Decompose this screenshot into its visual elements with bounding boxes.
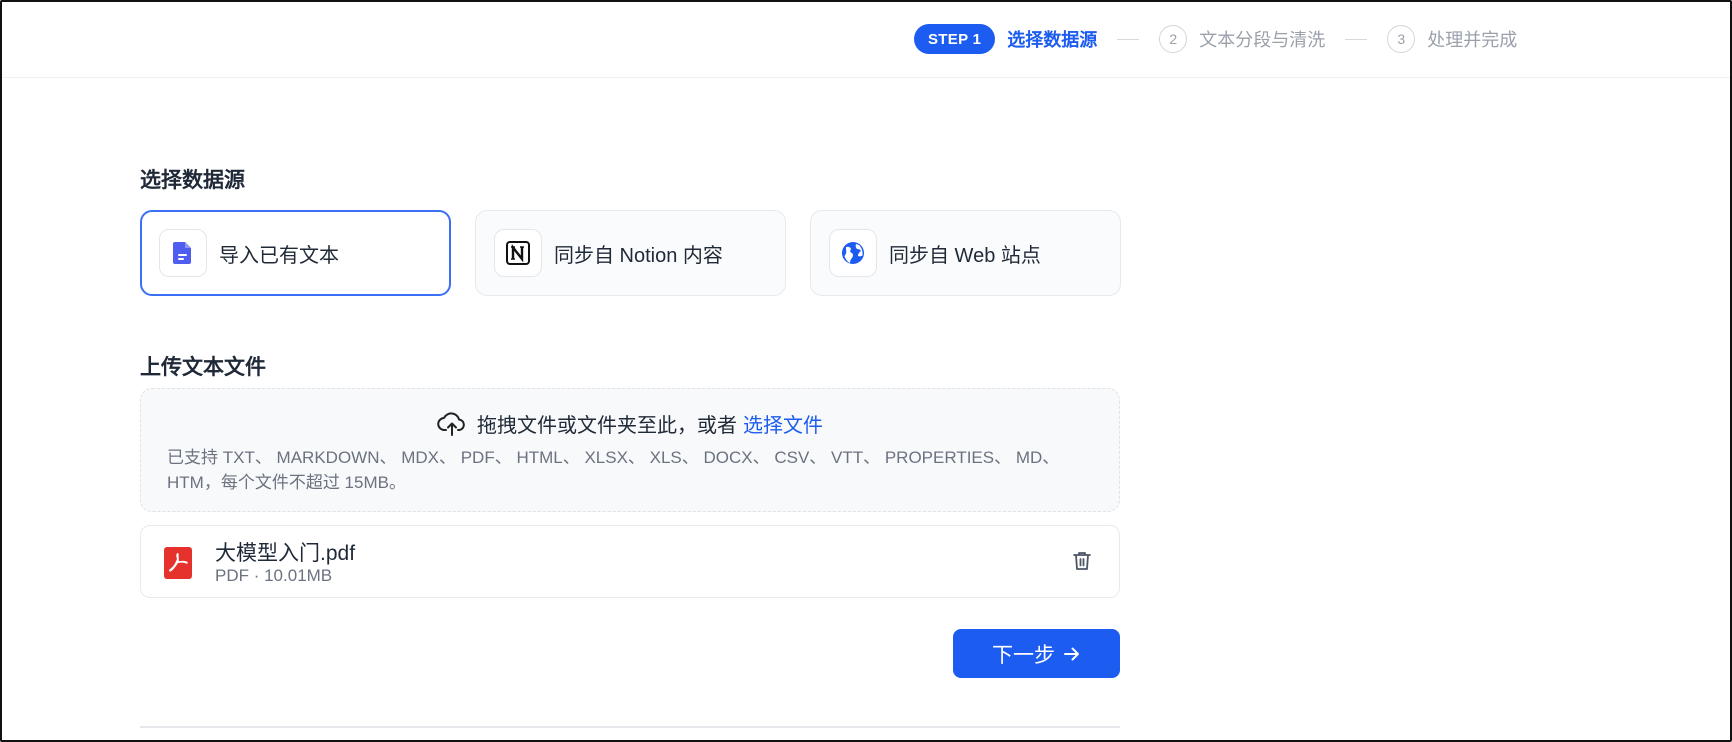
- data-source-title: 选择数据源: [140, 169, 245, 192]
- dropzone-text: 拖拽文件或文件夹至此，或者: [477, 415, 737, 437]
- supported-formats-text: 已支持 TXT、 MARKDOWN、 MDX、 PDF、 HTML、 XLSX、…: [167, 448, 1060, 492]
- file-name: 大模型入门.pdf: [215, 542, 356, 565]
- next-step-button[interactable]: 下一步: [953, 629, 1120, 678]
- next-step-label: 下一步: [992, 643, 1055, 667]
- step-3-label: 处理并完成: [1427, 30, 1518, 50]
- notion-icon: [494, 229, 542, 277]
- source-option-web[interactable]: 同步自 Web 站点: [810, 210, 1121, 296]
- source-option-label: 同步自 Web 站点: [889, 244, 1041, 267]
- dropzone-prompt: 拖拽文件或文件夹至此，或者 选择文件: [141, 409, 1119, 438]
- file-dropzone[interactable]: 拖拽文件或文件夹至此，或者 选择文件 已支持 TXT、 MARKDOWN、 MD…: [140, 388, 1120, 512]
- step-1-label: 选择数据源: [1007, 30, 1098, 50]
- source-option-import-text[interactable]: 导入已有文本: [140, 210, 451, 296]
- trash-icon: [1071, 552, 1093, 576]
- step-2-label: 文本分段与清洗: [1199, 30, 1326, 50]
- file-meta: PDF · 10.01MB: [215, 566, 333, 585]
- delete-file-button[interactable]: [1071, 550, 1093, 577]
- stepper-bar: STEP 1 选择数据源 2 文本分段与清洗 3 处理并完成: [2, 2, 1730, 78]
- data-source-options: 导入已有文本 同步自 Notion 内容 同步自 Web 站点: [140, 210, 1121, 296]
- source-option-label: 导入已有文本: [219, 244, 339, 267]
- cloud-upload-icon: [437, 411, 467, 437]
- source-option-notion[interactable]: 同步自 Notion 内容: [475, 210, 786, 296]
- web-globe-icon: [829, 229, 877, 277]
- stepper: STEP 1 选择数据源 2 文本分段与清洗 3 处理并完成: [914, 24, 1517, 54]
- source-option-label: 同步自 Notion 内容: [554, 244, 723, 267]
- pdf-file-icon: [163, 546, 193, 585]
- select-file-link[interactable]: 选择文件: [743, 409, 823, 438]
- upload-title: 上传文本文件: [140, 356, 266, 379]
- arrow-right-icon: [1063, 646, 1081, 662]
- bottom-divider: [140, 726, 1120, 728]
- step-separator: [1117, 38, 1140, 40]
- step-3-number: 3: [1387, 25, 1416, 53]
- step-separator: [1345, 38, 1368, 40]
- app-window: STEP 1 选择数据源 2 文本分段与清洗 3 处理并完成 选择数据源 导入已…: [0, 0, 1732, 742]
- file-list-item: 大模型入门.pdf PDF · 10.01MB: [140, 525, 1120, 598]
- step-2-number: 2: [1159, 25, 1188, 53]
- step-1-badge: STEP 1: [914, 24, 996, 54]
- document-icon: [159, 229, 207, 277]
